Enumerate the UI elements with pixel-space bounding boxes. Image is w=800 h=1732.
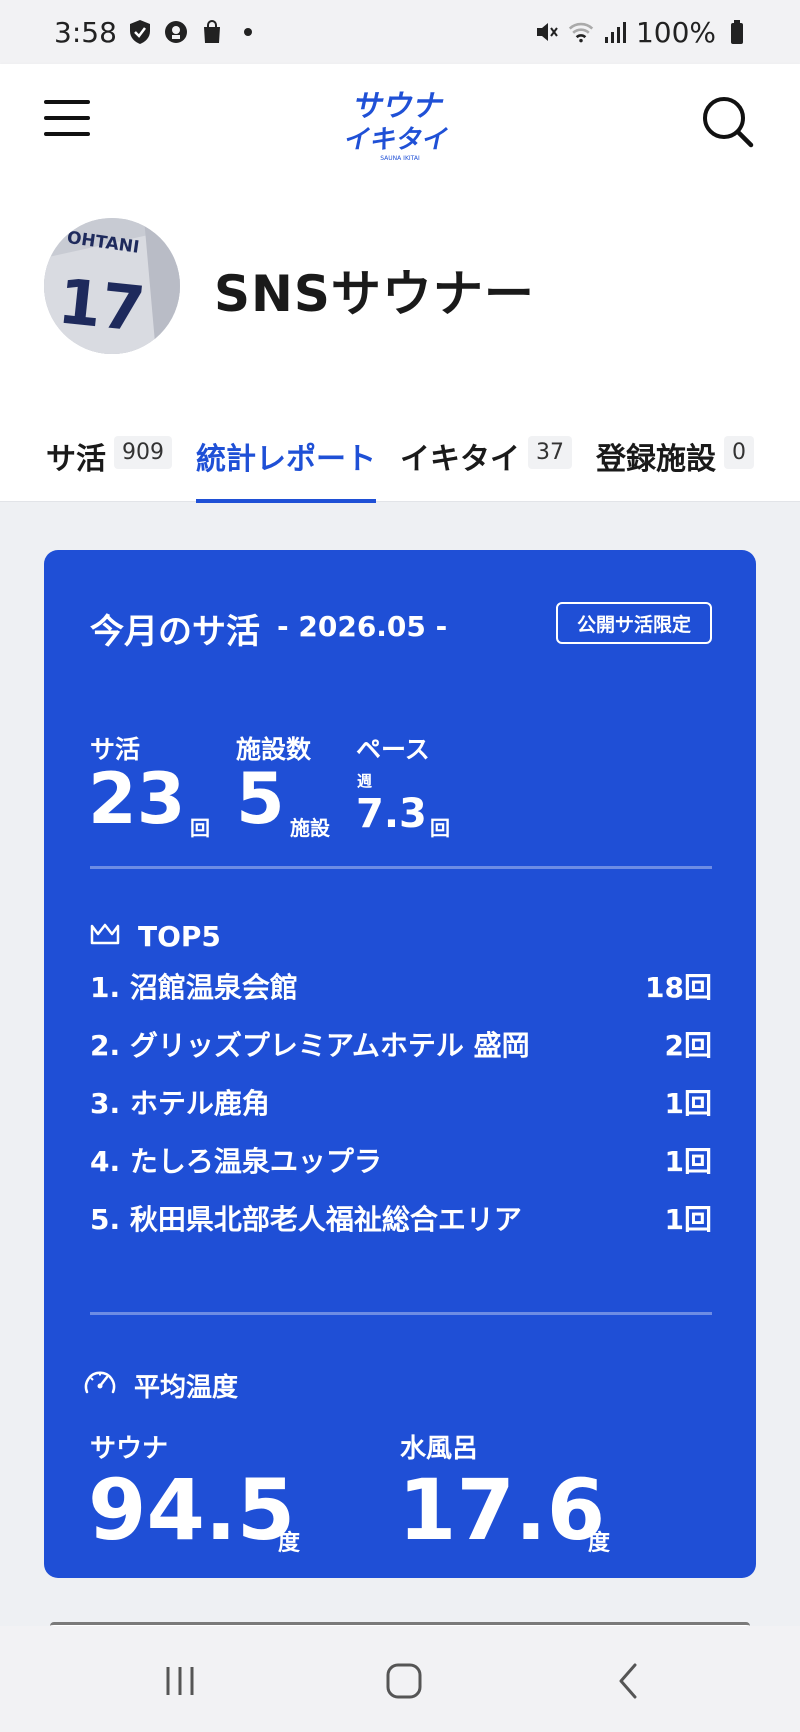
wifi-icon bbox=[568, 19, 594, 45]
tab-stats-report[interactable]: 統計レポート bbox=[196, 404, 376, 503]
hamburger-icon[interactable] bbox=[44, 98, 90, 138]
visit-count: 2回 bbox=[664, 1029, 712, 1062]
facility-name: 1. 沼館温泉会館 bbox=[90, 971, 298, 1004]
report-title: 今月のサ活 bbox=[90, 612, 260, 652]
visit-count: 18回 bbox=[645, 971, 712, 1004]
sakatsu-value: 23 bbox=[88, 758, 186, 840]
report-period: - 2026.05 - bbox=[277, 610, 448, 643]
facilities-value: 5 bbox=[236, 758, 285, 840]
tab-count: 909 bbox=[114, 436, 172, 469]
list-item[interactable]: 4. たしろ温泉ユップラ 1回 bbox=[90, 1140, 712, 1180]
facilities-unit: 施設 bbox=[290, 816, 330, 840]
mute-icon bbox=[534, 19, 560, 45]
tab-label: 登録施設 bbox=[596, 442, 716, 477]
pace-prefix: 週 bbox=[357, 772, 373, 790]
list-item[interactable]: 3. ホテル鹿角 1回 bbox=[90, 1082, 712, 1122]
avg-temp-title: 平均温度 bbox=[134, 1373, 239, 1403]
water-temp-value: 17.6 bbox=[398, 1461, 606, 1559]
top5-title: TOP5 bbox=[138, 920, 221, 953]
facility-name: 2. グリッズプレミアムホテル 盛岡 bbox=[90, 1029, 530, 1062]
sauna-temp-value: 94.5 bbox=[88, 1461, 296, 1559]
tab-label: サ活 bbox=[46, 442, 106, 477]
app-header: サウナ イキタイ SAUNA IKITAI bbox=[0, 64, 800, 176]
system-nav-bar bbox=[0, 1626, 800, 1732]
water-temp-unit: 度 bbox=[588, 1531, 611, 1556]
facility-name: 4. たしろ温泉ユップラ bbox=[90, 1145, 382, 1178]
visit-count: 1回 bbox=[664, 1087, 712, 1120]
sauna-ikitai-logo[interactable]: サウナ イキタイ SAUNA IKITAI bbox=[341, 82, 455, 162]
sauna-temp-label: サウナ bbox=[90, 1434, 169, 1464]
pace-value: 7.3 bbox=[356, 791, 427, 837]
svg-text:SAUNA IKITAI: SAUNA IKITAI bbox=[380, 155, 420, 162]
facility-name: 5. 秋田県北部老人福祉総合エリア bbox=[90, 1203, 522, 1236]
avatar[interactable]: OHTANI 17 bbox=[44, 218, 180, 354]
tab-count: 0 bbox=[724, 436, 754, 469]
public-only-badge: 公開サ活限定 bbox=[556, 602, 712, 644]
shopping-bag-icon bbox=[199, 19, 225, 45]
gauge-icon bbox=[82, 1366, 118, 1405]
profile-tabs: サ活 909 統計レポート イキタイ 37 登録施設 0 bbox=[0, 404, 800, 503]
facility-name: 3. ホテル鹿角 bbox=[90, 1087, 270, 1120]
sakatsu-unit: 回 bbox=[190, 816, 210, 840]
shield-check-icon bbox=[127, 19, 153, 45]
list-item[interactable]: 2. グリッズプレミアムホテル 盛岡 2回 bbox=[90, 1024, 712, 1064]
avg-temp-header: 平均温度 bbox=[82, 1366, 238, 1405]
pace-unit: 回 bbox=[430, 816, 450, 840]
svg-text:サウナ: サウナ bbox=[350, 89, 447, 124]
tab-label: 統計レポート bbox=[196, 442, 376, 477]
list-item[interactable]: 5. 秋田県北部老人福祉総合エリア 1回 bbox=[90, 1198, 712, 1238]
dot-icon bbox=[235, 19, 261, 45]
visit-count: 1回 bbox=[664, 1203, 712, 1236]
status-bar: 3:58 100% bbox=[0, 0, 800, 64]
tab-ikitai[interactable]: イキタイ 37 bbox=[400, 404, 572, 502]
monthly-report-card: 今月のサ活 - 2026.05 - 公開サ活限定 サ活 23 回 施設数 5 施… bbox=[44, 550, 756, 1578]
battery-icon bbox=[724, 19, 750, 45]
pace-label: ペース bbox=[356, 735, 430, 764]
svg-text:17: 17 bbox=[55, 264, 148, 346]
water-temp-label: 水風呂 bbox=[400, 1434, 479, 1464]
tab-count: 37 bbox=[528, 436, 572, 469]
svg-text:イキタイ: イキタイ bbox=[345, 125, 452, 155]
sauna-temp-unit: 度 bbox=[278, 1531, 301, 1556]
list-item[interactable]: 1. 沼館温泉会館 18回 bbox=[90, 966, 712, 1006]
tab-label: イキタイ bbox=[400, 442, 520, 477]
profile-section: OHTANI 17 SNSサウナー サ活 909 統計レポート イキタイ 37 … bbox=[0, 176, 800, 503]
visit-count: 1回 bbox=[664, 1145, 712, 1178]
divider bbox=[90, 1312, 712, 1315]
vpn-icon bbox=[163, 19, 189, 45]
tab-sakatsu[interactable]: サ活 909 bbox=[46, 404, 172, 502]
back-button[interactable] bbox=[598, 1656, 658, 1706]
home-button[interactable] bbox=[374, 1656, 434, 1706]
signal-icon bbox=[602, 19, 628, 45]
tab-registered-facilities[interactable]: 登録施設 0 bbox=[596, 404, 754, 502]
username: SNSサウナー bbox=[214, 265, 535, 323]
recent-apps-button[interactable] bbox=[150, 1656, 210, 1706]
divider bbox=[90, 866, 712, 869]
status-time: 3:58 bbox=[54, 15, 117, 49]
battery-percent: 100% bbox=[635, 15, 716, 49]
search-icon[interactable] bbox=[700, 94, 756, 150]
crown-icon bbox=[90, 920, 120, 953]
top5-header: TOP5 bbox=[90, 920, 221, 953]
